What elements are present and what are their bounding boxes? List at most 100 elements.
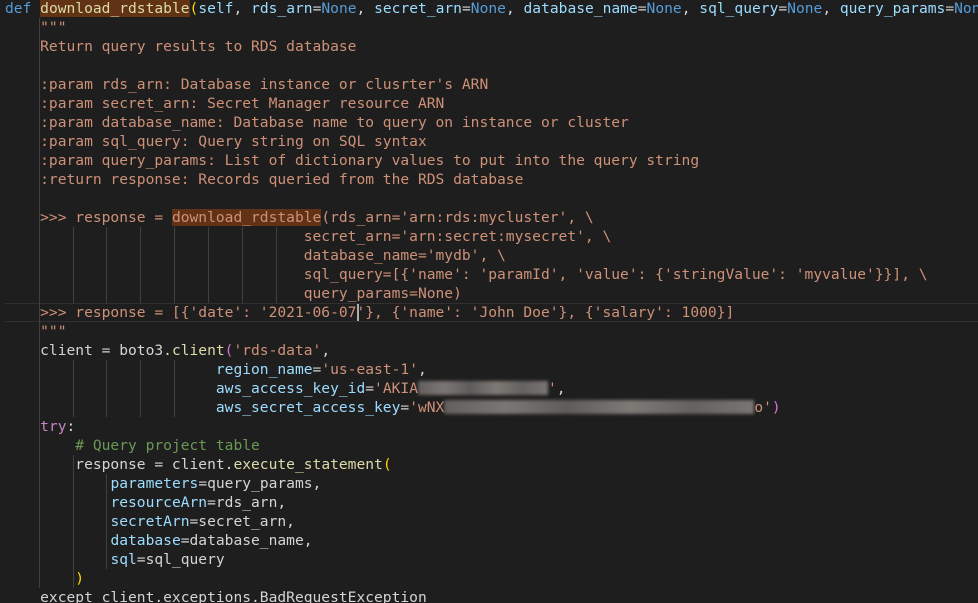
code-token: """: [5, 323, 67, 340]
code-line[interactable]: [5, 189, 978, 208]
code-line[interactable]: [5, 56, 978, 75]
code-token: sql: [110, 551, 137, 568]
code-token: ,: [822, 0, 840, 17]
code-token: 'rds-data': [233, 342, 322, 359]
code-token: resourceArn: [110, 494, 208, 511]
code-line[interactable]: secret_arn='arn:secret:mysecret', \: [5, 227, 978, 246]
code-line[interactable]: query_params=None): [5, 284, 978, 303]
code-token: =: [400, 399, 410, 416]
code-line[interactable]: response = client.execute_statement(: [5, 455, 978, 474]
code-editor[interactable]: def download_rdstable(self, rds_arn=None…: [0, 0, 978, 603]
code-line[interactable]: >>> response = [{'date': '2021-06-07'}, …: [5, 303, 978, 322]
code-line[interactable]: :param secret_arn: Secret Manager resour…: [5, 94, 978, 113]
code-line[interactable]: region_name='us-east-1',: [5, 360, 978, 379]
code-token: =: [945, 0, 955, 17]
code-token: ,: [321, 342, 331, 359]
code-line[interactable]: except client.exceptions.BadRequestExcep…: [5, 588, 978, 603]
code-token: :param rds_arn: Database instance or clu…: [5, 76, 489, 93]
code-token: None: [954, 0, 978, 17]
code-token: region_name: [215, 361, 313, 378]
code-token: :return response: Records queried from t…: [5, 171, 524, 188]
code-line[interactable]: # Query project table: [5, 436, 978, 455]
code-token: ': [547, 380, 557, 397]
code-line[interactable]: def download_rdstable(self, rds_arn=None…: [5, 0, 978, 18]
code-token: aws_access_key_id: [215, 380, 366, 397]
code-token: None: [787, 0, 823, 17]
code-token: 'AKIA: [374, 380, 418, 397]
code-line[interactable]: try:: [5, 417, 978, 436]
code-token: ,: [681, 0, 700, 17]
code-line[interactable]: sql=sql_query: [5, 550, 978, 569]
code-token: 'wNX: [409, 399, 445, 416]
code-token: ,: [356, 0, 375, 17]
code-token: secret_arn: [374, 0, 462, 17]
code-line[interactable]: database_name='mydb', \: [5, 246, 978, 265]
code-line[interactable]: aws_access_key_id='AKIA ',: [5, 379, 978, 398]
code-token: self: [198, 0, 234, 17]
code-token: =query_params,: [198, 475, 322, 492]
code-token: None: [321, 0, 357, 17]
code-line[interactable]: ): [5, 569, 978, 588]
code-token: """: [5, 19, 67, 36]
code-token: None: [646, 0, 682, 17]
code-line[interactable]: """: [5, 322, 978, 341]
code-token: 'us-east-1': [321, 361, 418, 378]
code-token: =database_name,: [180, 532, 313, 549]
code-line[interactable]: resourceArn=rds_arn,: [5, 493, 978, 512]
code-token: sql_query=[{'name': 'paramId', 'value': …: [5, 266, 928, 283]
code-line[interactable]: database=database_name,: [5, 531, 978, 550]
code-line[interactable]: :param database_name: Database name to q…: [5, 113, 978, 132]
code-token: client = boto3.: [5, 342, 172, 359]
code-line[interactable]: :param query_params: List of dictionary …: [5, 151, 978, 170]
code-token: (: [189, 0, 199, 17]
code-token: # Query project table: [5, 437, 260, 454]
code-token: aws_secret_access_key: [215, 399, 401, 416]
code-line[interactable]: client = boto3.client('rds-data',: [5, 341, 978, 360]
code-token: :param sql_query: Query string on SQL sy…: [5, 133, 427, 150]
code-token: download_rdstable: [171, 209, 322, 226]
code-token: secret_arn='arn:secret:mysecret', \: [5, 228, 612, 245]
code-token: =: [365, 380, 375, 397]
code-line[interactable]: :return response: Records queried from t…: [5, 170, 978, 189]
code-token: rds_arn: [251, 0, 313, 17]
code-token: download_rdstable: [40, 0, 190, 17]
code-token: None: [470, 0, 506, 17]
code-token: =secret_arn,: [189, 513, 295, 530]
code-token: >>> response = [{'date': '2021-06-07'}, …: [5, 304, 735, 321]
code-token: >>> response =: [5, 209, 172, 226]
code-token: =: [312, 361, 322, 378]
redacted-secret: [444, 400, 755, 414]
code-token: database: [110, 532, 181, 549]
code-token: ): [771, 399, 781, 416]
text-cursor: [357, 304, 359, 321]
code-line[interactable]: aws_secret_access_key='wNX o'): [5, 398, 978, 417]
code-token: execute_statement: [233, 456, 383, 473]
code-line[interactable]: Return query results to RDS database: [5, 37, 978, 56]
code-token: =: [461, 0, 471, 17]
code-token: def: [5, 0, 32, 17]
code-line[interactable]: parameters=query_params,: [5, 474, 978, 493]
code-token: query_params=None): [5, 285, 462, 302]
code-token: ,: [417, 361, 427, 378]
code-token: ): [75, 570, 85, 587]
code-line[interactable]: sql_query=[{'name': 'paramId', 'value': …: [5, 265, 978, 284]
code-line[interactable]: :param rds_arn: Database instance or clu…: [5, 75, 978, 94]
code-token: =rds_arn,: [207, 494, 287, 511]
code-token: response = client.: [5, 456, 234, 473]
code-token: client: [171, 342, 225, 359]
code-token: secretArn: [110, 513, 190, 530]
code-line[interactable]: """: [5, 18, 978, 37]
code-line[interactable]: :param sql_query: Query string on SQL sy…: [5, 132, 978, 151]
code-token: ,: [233, 0, 252, 17]
code-line[interactable]: >>> response = download_rdstable(rds_arn…: [5, 208, 978, 227]
code-line[interactable]: secretArn=secret_arn,: [5, 512, 978, 531]
code-token: ,: [556, 380, 566, 397]
